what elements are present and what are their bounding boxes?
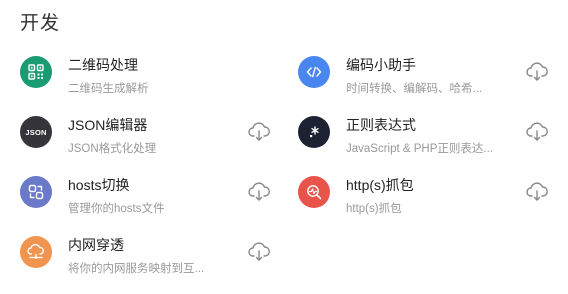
tool-title: 正则表达式 xyxy=(346,117,416,133)
qr-code-icon xyxy=(20,56,52,88)
json-icon: JSON xyxy=(20,116,52,148)
regex-icon xyxy=(298,116,330,148)
tool-json-editor[interactable]: JSON JSON编辑器 JSON格式化处理 xyxy=(0,102,270,162)
tool-encoder[interactable]: 编码小助手 时间转换、编解码、哈希... xyxy=(278,42,548,102)
tool-intranet-tunnel[interactable]: 内网穿透 将你的内网服务映射到互... xyxy=(0,222,270,282)
tool-description: 管理你的hosts文件 xyxy=(68,203,165,215)
packet-capture-icon xyxy=(298,176,330,208)
download-icon[interactable] xyxy=(248,122,270,142)
tool-description: JavaScript & PHP正则表达... xyxy=(346,143,493,155)
tool-title: 二维码处理 xyxy=(68,57,138,73)
download-icon[interactable] xyxy=(526,122,548,142)
tool-description: 二维码生成解析 xyxy=(68,83,149,95)
tool-title: hosts切换 xyxy=(68,177,130,193)
tool-description: http(s)抓包 xyxy=(346,203,402,215)
hosts-switch-icon xyxy=(20,176,52,208)
download-icon[interactable] xyxy=(248,182,270,202)
tool-description: JSON格式化处理 xyxy=(68,143,157,155)
tool-http-capture[interactable]: http(s)抓包 http(s)抓包 xyxy=(278,162,548,222)
tool-qr-code[interactable]: 二维码处理 二维码生成解析 xyxy=(0,42,270,102)
tool-description: 将你的内网服务映射到互... xyxy=(68,263,205,275)
tool-title: http(s)抓包 xyxy=(346,177,414,193)
tool-regex[interactable]: 正则表达式 JavaScript & PHP正则表达... xyxy=(278,102,548,162)
cloud-tunnel-icon xyxy=(20,236,52,268)
tool-title: JSON编辑器 xyxy=(68,117,148,133)
code-icon xyxy=(298,56,330,88)
json-icon-text: JSON xyxy=(25,127,47,137)
download-icon[interactable] xyxy=(526,62,548,82)
tool-hosts-switch[interactable]: hosts切换 管理你的hosts文件 xyxy=(0,162,270,222)
download-icon[interactable] xyxy=(526,182,548,202)
tool-title: 编码小助手 xyxy=(346,57,416,73)
tool-title: 内网穿透 xyxy=(68,237,124,253)
download-icon[interactable] xyxy=(248,242,270,262)
section-title: 开发 xyxy=(20,13,61,34)
tool-description: 时间转换、编解码、哈希... xyxy=(346,83,483,95)
